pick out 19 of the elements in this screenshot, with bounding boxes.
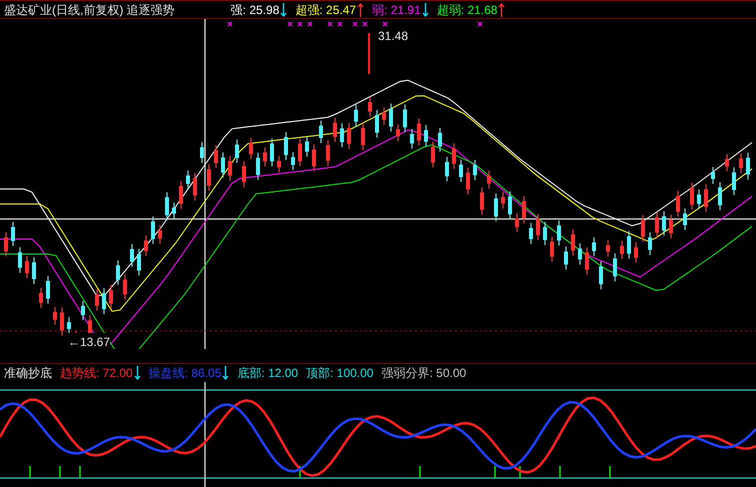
down-arrow-icon <box>134 366 141 380</box>
down-arrow-icon <box>422 2 429 16</box>
indicator-title: 准确抄底 <box>4 365 52 382</box>
legend-value: 强: 25.98 <box>230 2 280 18</box>
low-price-label: ←13.67 <box>68 333 110 351</box>
legend-value: 顶部: 100.00 <box>306 365 374 382</box>
up-arrow-icon <box>498 2 506 16</box>
legend-value: 趋势线: 72.00 <box>60 365 133 382</box>
legend-value: 超弱: 21.68 <box>436 2 498 18</box>
legend-value: 强弱分界: 50.00 <box>381 365 466 382</box>
up-arrow-icon <box>357 2 364 16</box>
chart-title: 盛达矿业(日线,前复权) 追逐强势 <box>4 2 175 18</box>
legend-value: 超强: 25.47 <box>295 2 356 18</box>
legend-value: 底部: 12.00 <box>237 365 298 382</box>
legend-value: 弱: 21.91 <box>372 2 421 18</box>
down-arrow-icon <box>280 2 288 16</box>
legend-value: 操盘线: 86.05 <box>148 365 222 382</box>
high-price-label: 31.48 <box>378 28 408 45</box>
down-arrow-icon <box>222 366 230 380</box>
